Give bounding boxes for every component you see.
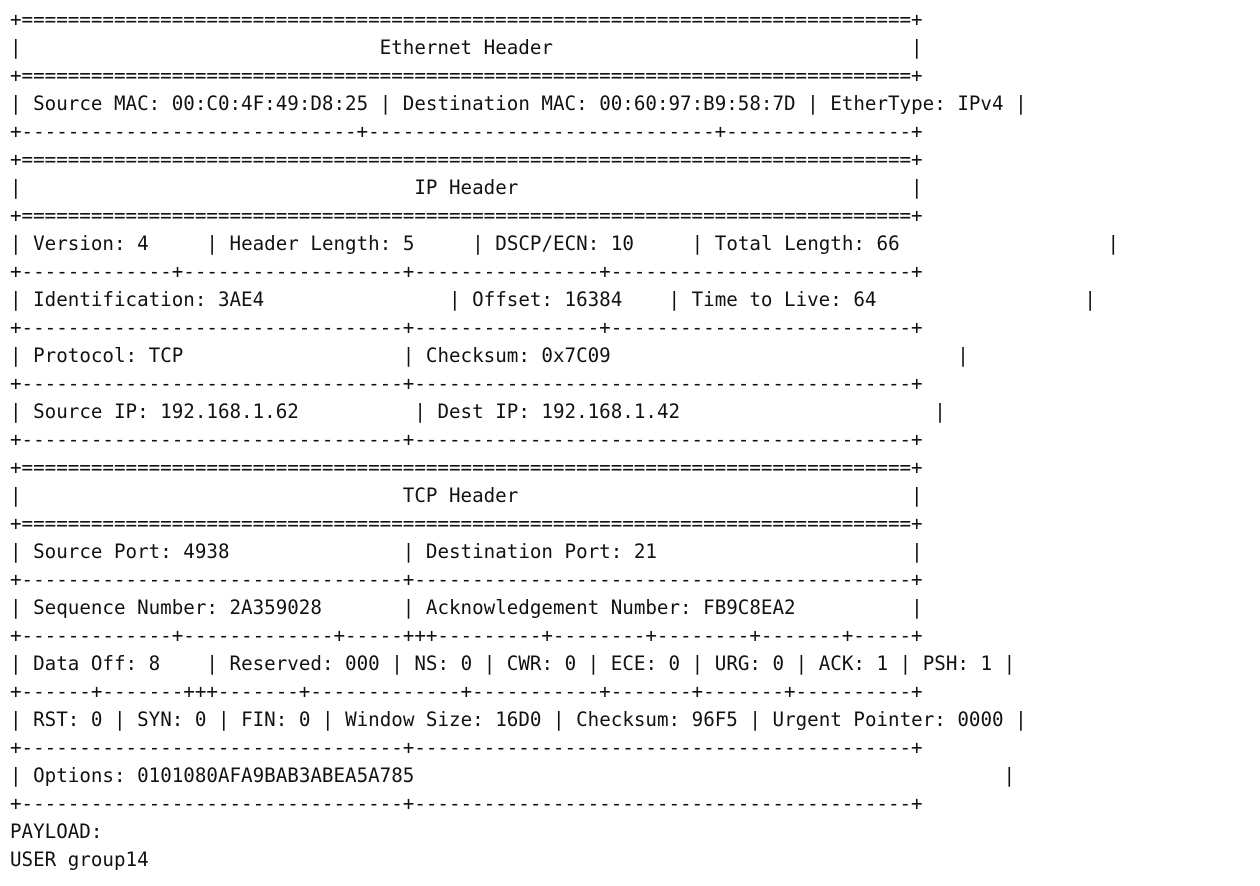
ip-version: 4 — [137, 232, 149, 255]
terminal-output: +=======================================… — [10, 6, 1255, 882]
tcp-urg: 0 — [772, 652, 785, 675]
ip-title: IP Header — [414, 176, 519, 199]
tcp-checksum: 96F5 — [691, 708, 738, 731]
tcp-rst: 0 — [90, 708, 103, 731]
ip-ttl: 64 — [853, 288, 877, 311]
tcp-options: 0101080AFA9BAB3ABEA5A785 — [137, 764, 415, 787]
tcp-ns: 0 — [460, 652, 473, 675]
tcp-header: +=======================================… — [10, 456, 1027, 815]
payload-label: PAYLOAD: — [10, 820, 103, 843]
payload-content: USER group14 — [10, 848, 149, 871]
ip-header-length: 5 — [402, 232, 415, 255]
ip-total-length: 66 — [876, 232, 900, 255]
ip-dscp-ecn: 10 — [610, 232, 634, 255]
ip-protocol: TCP — [148, 344, 184, 367]
source-mac: 00:C0:4F:49:D8:25 — [171, 92, 369, 115]
packet-dump: +=======================================… — [10, 6, 1255, 874]
tcp-ece: 0 — [668, 652, 681, 675]
tcp-cwr: 0 — [564, 652, 577, 675]
dest-mac: 00:60:97:B9:58:7D — [599, 92, 796, 115]
tcp-seq: 2A359028 — [229, 596, 322, 619]
ip-identification: 3AE4 — [217, 288, 265, 311]
tcp-title: TCP Header — [402, 484, 519, 507]
ip-checksum: 0x7C09 — [541, 344, 611, 367]
tcp-source-port: 4938 — [183, 540, 230, 563]
tcp-reserved: 000 — [345, 652, 380, 675]
tcp-syn: 0 — [194, 708, 207, 731]
ip-source: 192.168.1.62 — [160, 400, 299, 423]
tcp-ack-num: FB9C8EA2 — [703, 596, 796, 619]
tcp-data-off: 8 — [148, 652, 161, 675]
tcp-window: 16D0 — [495, 708, 542, 731]
tcp-fin: 0 — [298, 708, 311, 731]
ip-dest: 192.168.1.42 — [541, 400, 681, 423]
tcp-ack-flag: 1 — [876, 652, 889, 675]
ethertype: IPv4 — [957, 92, 1004, 115]
tcp-urgent: 0000 — [957, 708, 1004, 731]
ethernet-title: Ethernet Header — [379, 36, 553, 59]
tcp-dest-port: 21 — [633, 540, 657, 563]
ip-offset: 16384 — [564, 288, 623, 311]
ethernet-header: +=======================================… — [10, 8, 1027, 143]
tcp-psh: 1 — [980, 652, 993, 675]
ip-header: +=======================================… — [10, 148, 1120, 451]
